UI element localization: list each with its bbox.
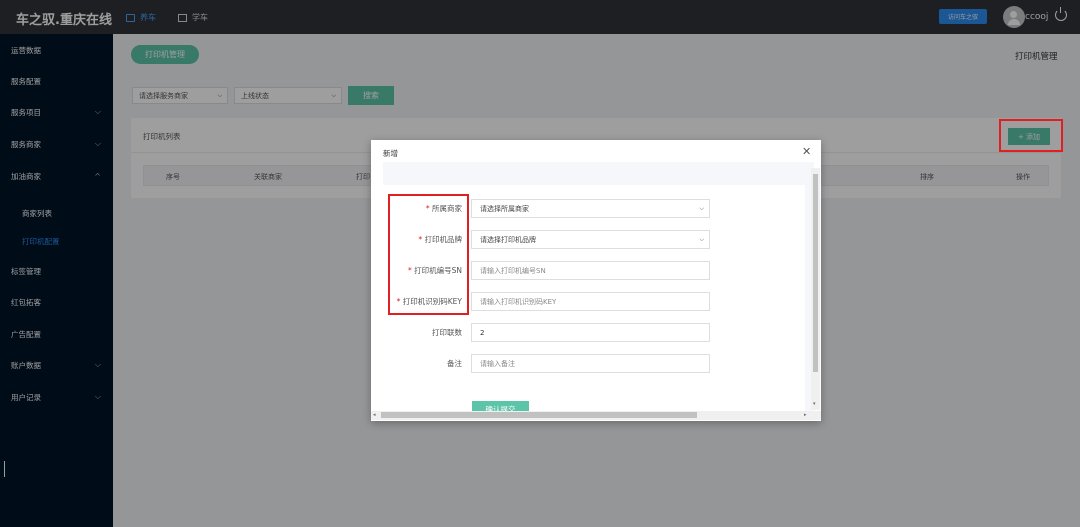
highlight-box — [999, 119, 1063, 152]
scroll-down-icon[interactable]: ▾ — [813, 401, 816, 407]
label-text: 备注 — [447, 359, 462, 368]
input-placeholder: 请输入备注 — [480, 359, 515, 368]
select-value: 请选择所属商家 — [480, 204, 529, 213]
print-copies-input[interactable]: 2 — [471, 323, 710, 342]
merchant-select[interactable]: 请选择所属商家 ⌵ — [471, 199, 710, 218]
field-label-remark: 备注 — [367, 358, 462, 369]
printer-sn-input[interactable]: 请输入打印机编号SN — [471, 261, 710, 280]
horizontal-scrollbar[interactable]: ◂ ▸ — [371, 411, 821, 420]
printer-brand-select[interactable]: 请选择打印机品牌 ⌵ — [471, 230, 710, 249]
scroll-left-icon[interactable]: ◂ — [373, 412, 376, 418]
vertical-scrollbar[interactable]: ▾ — [811, 168, 820, 410]
printer-key-input[interactable]: 请输入打印机识别码KEY — [471, 292, 710, 311]
scroll-thumb[interactable] — [381, 412, 697, 418]
dialog-title: 新增 — [383, 149, 398, 158]
input-placeholder: 请输入打印机编号SN — [480, 266, 546, 275]
input-placeholder: 请输入打印机识别码KEY — [480, 297, 557, 306]
chevron-down-icon: ⌵ — [699, 204, 704, 212]
chevron-down-icon: ⌵ — [699, 235, 704, 243]
highlight-box — [388, 194, 469, 315]
scroll-right-icon[interactable]: ▸ — [804, 412, 807, 418]
input-value: 2 — [480, 328, 485, 337]
label-text: 打印联数 — [432, 328, 462, 337]
scroll-thumb[interactable] — [813, 174, 818, 372]
field-label-copies: 打印联数 — [367, 327, 462, 338]
select-value: 请选择打印机品牌 — [480, 235, 536, 244]
remark-input[interactable]: 请输入备注 — [471, 354, 710, 373]
close-icon[interactable]: ✕ — [802, 145, 811, 158]
